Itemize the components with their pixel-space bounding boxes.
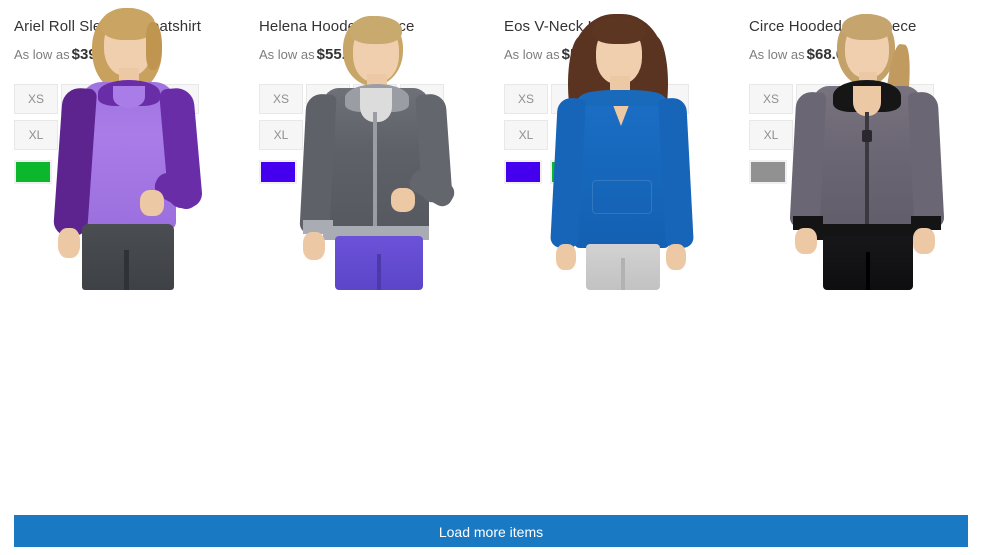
product-card[interactable]: Ariel Roll Sleeve Sweatshirt As low as$3… — [0, 0, 245, 290]
product-card[interactable]: Eos V-Neck Hoodie As low as$54.00 XS S M… — [490, 0, 735, 290]
product-card[interactable]: Helena Hooded Fleece As low as $55.00 XS … — [245, 0, 490, 290]
product-grid: Ariel Roll Sleeve Sweatshirt As low as$3… — [0, 0, 983, 290]
product-listing-page: Ariel Roll Sleeve Sweatshirt As low as$3… — [0, 0, 983, 555]
product-card[interactable]: Circe Hooded Ice Fleece As low as $68.00 … — [735, 0, 980, 290]
load-more-items-button[interactable]: Load more items — [14, 515, 968, 547]
